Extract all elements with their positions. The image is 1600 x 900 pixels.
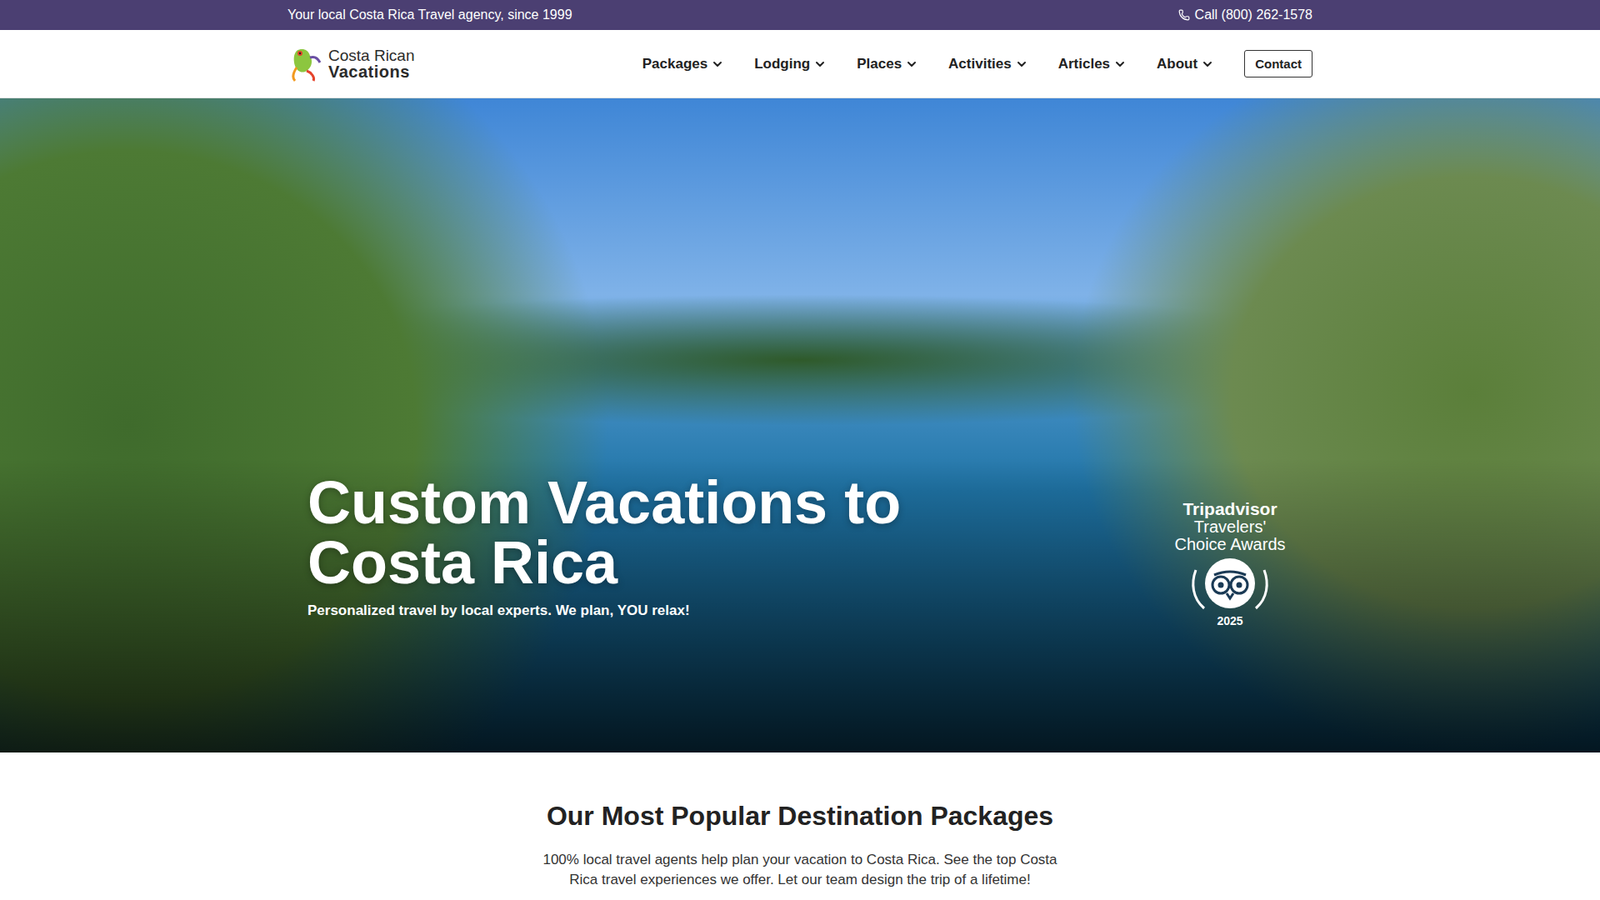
phone-icon: [1178, 9, 1190, 21]
award-badge: TripadvisorTravelers'Choice Awards 2025: [1167, 500, 1293, 628]
hero: Custom Vacations to Costa Rica Personaliz…: [0, 98, 1600, 753]
section-title: Our Most Popular Destination Packages: [546, 800, 1054, 832]
main-menu: Packages Lodging Places Activities Articles A…: [642, 50, 1313, 78]
menu-item[interactable]: Activities: [948, 55, 1029, 73]
menu-item[interactable]: Articles: [1058, 55, 1127, 73]
award-line: Choice Awards: [1174, 535, 1285, 554]
menu-item[interactable]: Places: [856, 55, 919, 73]
award-brand: Tripadvisor: [1182, 500, 1277, 519]
menu-item[interactable]: Lodging: [754, 55, 827, 73]
chevron-down-icon: [905, 57, 919, 71]
menu-item[interactable]: About: [1156, 55, 1215, 73]
menu-item[interactable]: Packages: [642, 55, 725, 73]
frog-logo-icon: [290, 45, 324, 83]
logo[interactable]: Costa RicanVacations: [290, 45, 415, 83]
chevron-down-icon: [1200, 57, 1215, 71]
chevron-down-icon: [813, 57, 827, 71]
phone-link[interactable]: Call (800) 262-1578: [1178, 7, 1313, 23]
section-description: 100% local travel agents help plan your …: [537, 850, 1063, 890]
top-bar: Your local Costa Rica Travel agency, sin…: [0, 0, 1600, 30]
packages-section: Our Most Popular Destination Packages 100…: [0, 752, 1600, 900]
chevron-down-icon: [1113, 57, 1127, 71]
contact-button[interactable]: Contact: [1244, 50, 1313, 78]
chevron-down-icon: [710, 57, 725, 71]
hero-subtitle: Personalized travel by local experts. We…: [307, 602, 1058, 620]
logo-line1: Costa Rican: [328, 47, 415, 64]
hero-title: Custom Vacations to Costa Rica: [307, 472, 1058, 593]
nav-bar: Costa RicanVacations Packages Lodging Place…: [0, 30, 1600, 99]
award-line: Travelers': [1194, 518, 1266, 536]
logo-line2: Vacations: [328, 63, 415, 80]
tagline: Your local Costa Rica Travel agency, sin…: [287, 7, 573, 23]
award-year: 2025: [1216, 615, 1243, 628]
chevron-down-icon: [1015, 57, 1029, 71]
tripadvisor-owl-icon: [1184, 553, 1276, 614]
